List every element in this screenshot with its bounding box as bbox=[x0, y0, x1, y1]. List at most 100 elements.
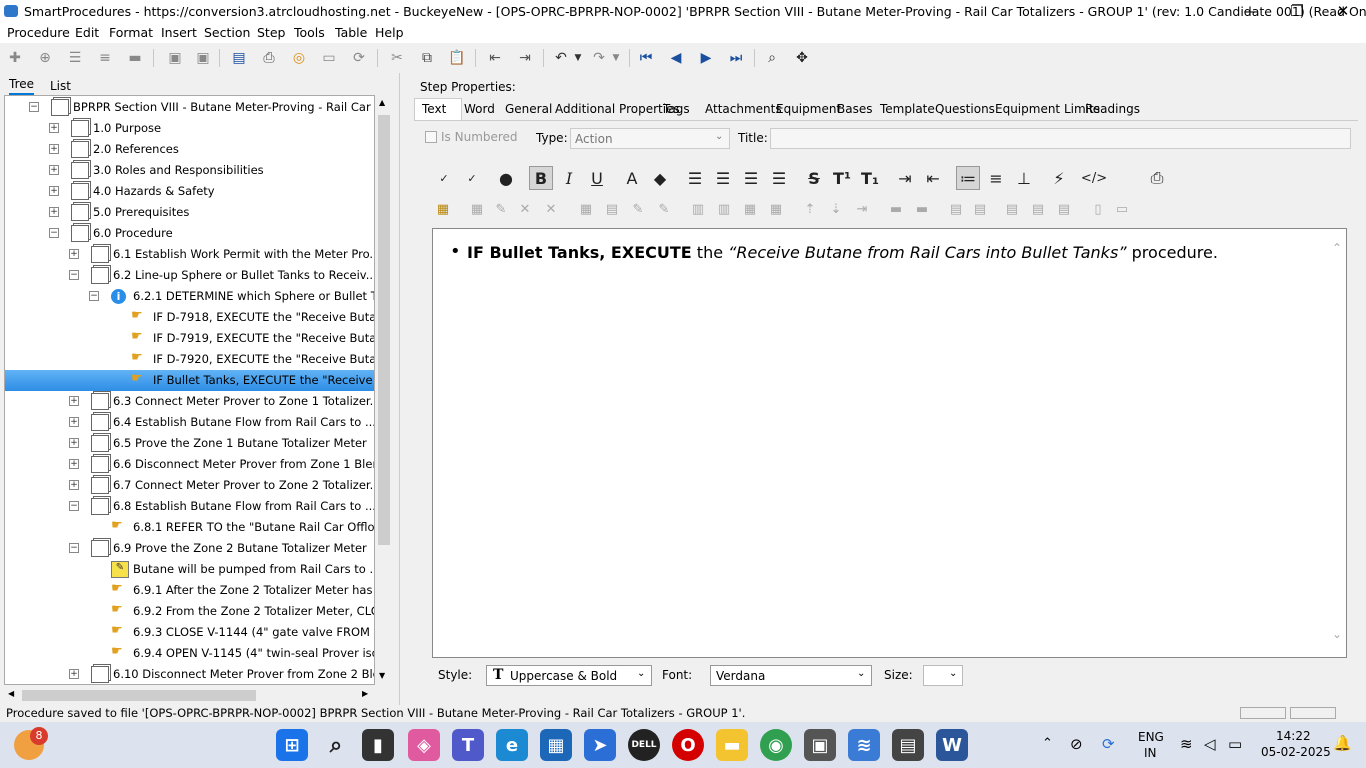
move-icon[interactable]: ✥ bbox=[793, 49, 811, 67]
procedure-tree[interactable]: − BPRPR Section VIII - Butane Meter-Provi… bbox=[4, 95, 375, 685]
table-tool-icon[interactable]: ▦ bbox=[766, 199, 786, 219]
add-child-icon[interactable]: ⊕ bbox=[36, 49, 54, 67]
scroll-up-icon[interactable]: ▲ bbox=[379, 98, 385, 107]
word-icon[interactable]: W bbox=[936, 729, 968, 761]
smartprocedures-icon[interactable]: ≋ bbox=[848, 729, 880, 761]
tree-vertical-scrollbar[interactable]: ▲ ▼ bbox=[376, 95, 392, 685]
workflow-icon[interactable]: ◎ bbox=[290, 49, 308, 67]
tree-item[interactable]: +6.1 Establish Work Permit with the Mete… bbox=[5, 244, 374, 265]
expand-icon[interactable]: + bbox=[49, 165, 59, 175]
expand-icon[interactable]: + bbox=[49, 144, 59, 154]
menu-step[interactable]: Step bbox=[257, 25, 285, 40]
style-dropdown[interactable]: T Uppercase & Bold ⌄ bbox=[486, 665, 652, 686]
bulleted-list-icon[interactable]: ≔ bbox=[956, 166, 980, 190]
tree-item[interactable]: +5.0 Prerequisites bbox=[5, 202, 374, 223]
align-center-icon[interactable]: ☰ bbox=[711, 166, 735, 190]
tree-item[interactable]: ☛ 6.8.1 REFER TO the "Butane Rail Car Off… bbox=[5, 517, 374, 538]
paste-icon[interactable]: 📋 bbox=[448, 49, 466, 67]
undo-icon[interactable]: ↶ bbox=[552, 49, 570, 67]
clock-time[interactable]: 14:22 bbox=[1276, 729, 1311, 743]
battery-icon[interactable]: ▭ bbox=[1228, 735, 1242, 753]
table-tool-icon[interactable]: ▤ bbox=[1002, 199, 1022, 219]
scroll-up-icon[interactable]: ⌃ bbox=[1332, 241, 1342, 255]
refresh-icon[interactable]: ⟳ bbox=[350, 49, 368, 67]
last-step-icon[interactable]: ⏭ bbox=[727, 49, 745, 67]
chevron-up-icon[interactable]: ⌃ bbox=[1042, 736, 1053, 751]
redo-icon[interactable]: ↷ bbox=[590, 49, 608, 67]
expand-icon[interactable]: + bbox=[49, 123, 59, 133]
next-step-icon[interactable]: ▶ bbox=[697, 49, 715, 67]
expand-icon[interactable]: + bbox=[69, 438, 79, 448]
expand-icon[interactable]: + bbox=[69, 480, 79, 490]
symbol-icon[interactable]: ● bbox=[494, 166, 518, 190]
teams-icon[interactable]: T bbox=[452, 729, 484, 761]
collapse-icon[interactable]: − bbox=[69, 501, 79, 511]
tree-item[interactable]: +6.7 Connect Meter Prover to Zone 2 Tota… bbox=[5, 475, 374, 496]
tab-list[interactable]: List bbox=[50, 79, 71, 93]
align-left-icon[interactable]: ☰ bbox=[683, 166, 707, 190]
expand-icon[interactable]: + bbox=[49, 186, 59, 196]
sync-icon[interactable]: ⟳ bbox=[1102, 735, 1115, 753]
search-icon[interactable]: ⌕ bbox=[320, 729, 352, 761]
tree-item[interactable]: +4.0 Hazards & Safety bbox=[5, 181, 374, 202]
network-off-icon[interactable]: ⊘ bbox=[1070, 735, 1083, 753]
table-tool-icon[interactable]: ⇡ bbox=[800, 199, 820, 219]
magic-wand-icon[interactable]: ⚡ bbox=[1047, 166, 1071, 190]
collapse-icon[interactable]: − bbox=[69, 270, 79, 280]
notification-icon[interactable]: 🔔 bbox=[1333, 734, 1352, 752]
spellcheck-icon[interactable]: ✓ bbox=[432, 166, 456, 190]
tab-questions[interactable]: Questions bbox=[935, 102, 995, 116]
table-tool-icon[interactable]: ▤ bbox=[1028, 199, 1048, 219]
menu-procedure[interactable]: Procedure bbox=[7, 25, 70, 40]
previous-step-icon[interactable]: ◀ bbox=[667, 49, 685, 67]
volume-icon[interactable]: ◁ bbox=[1204, 735, 1216, 753]
outline-icon[interactable]: ☰ bbox=[66, 49, 84, 67]
pane-splitter[interactable] bbox=[399, 73, 404, 708]
numbered-list-icon[interactable]: ≡ bbox=[984, 166, 1008, 190]
underline-button[interactable]: U bbox=[585, 166, 609, 190]
tab-readings[interactable]: Readings bbox=[1085, 102, 1140, 116]
tab-template[interactable]: Template bbox=[880, 102, 935, 116]
tree-item[interactable]: +1.0 Purpose bbox=[5, 118, 374, 139]
tab-text[interactable]: Text bbox=[422, 102, 446, 116]
scroll-down-icon[interactable]: ▼ bbox=[379, 671, 385, 680]
subscript-button[interactable]: T₁ bbox=[858, 166, 882, 190]
menu-insert[interactable]: Insert bbox=[161, 25, 197, 40]
language-indicator[interactable]: ENG bbox=[1138, 730, 1164, 744]
scroll-down-icon[interactable]: ⌄ bbox=[1332, 627, 1342, 641]
menu-table[interactable]: Table bbox=[335, 25, 367, 40]
table-tool-icon[interactable]: ▦ bbox=[467, 199, 487, 219]
tree-horizontal-scrollbar[interactable]: ◀ ▶ bbox=[4, 687, 375, 703]
step-text-editor[interactable]: • IF Bullet Tanks, EXECUTE the “Receive B… bbox=[432, 228, 1347, 658]
table-tool-icon[interactable]: ▦ bbox=[576, 199, 596, 219]
edge-icon[interactable]: e bbox=[496, 729, 528, 761]
table-tool-icon[interactable]: ⇣ bbox=[826, 199, 846, 219]
remove-icon[interactable]: ▬ bbox=[126, 49, 144, 67]
expand-icon[interactable]: + bbox=[69, 459, 79, 469]
tree-item[interactable]: +6.3 Connect Meter Prover to Zone 1 Tota… bbox=[5, 391, 374, 412]
collapse-icon[interactable]: − bbox=[89, 291, 99, 301]
remote-app-icon[interactable]: ▣ bbox=[804, 729, 836, 761]
scroll-right-icon[interactable]: ▶ bbox=[362, 689, 368, 698]
bold-button[interactable]: B bbox=[529, 166, 553, 190]
highlight-icon[interactable]: ◆ bbox=[648, 166, 672, 190]
tree-item[interactable]: − BPRPR Section VIII - Butane Meter-Provi… bbox=[5, 97, 374, 118]
tree-item[interactable]: − 6.9 Prove the Zone 2 Butane Totalizer M… bbox=[5, 538, 374, 559]
undo-dropdown-icon[interactable]: ▼ bbox=[569, 49, 587, 67]
redo-dropdown-icon[interactable]: ▼ bbox=[607, 49, 625, 67]
file-explorer-icon[interactable]: ▬ bbox=[716, 729, 748, 761]
menu-format[interactable]: Format bbox=[109, 25, 153, 40]
find-icon[interactable]: ⌕ bbox=[763, 49, 781, 67]
table-tool-icon[interactable]: ▤ bbox=[946, 199, 966, 219]
tree-item[interactable]: ✎ Butane will be pumped from Rail Cars to… bbox=[5, 559, 374, 580]
save-all-icon[interactable]: ▣ bbox=[194, 49, 212, 67]
scroll-thumb[interactable] bbox=[378, 115, 390, 545]
dell-icon[interactable]: DELL bbox=[628, 729, 660, 761]
horizontal-line-icon[interactable]: ⊥ bbox=[1012, 166, 1036, 190]
expand-icon[interactable]: + bbox=[69, 249, 79, 259]
tree-item[interactable]: ☛ IF D-7919, EXECUTE the "Receive Butane … bbox=[5, 328, 374, 349]
save-to-file-icon[interactable]: ▤ bbox=[230, 49, 248, 67]
collapse-icon[interactable]: − bbox=[69, 543, 79, 553]
font-color-icon[interactable]: A bbox=[620, 166, 644, 190]
table-tool-icon[interactable]: ▭ bbox=[1112, 199, 1132, 219]
